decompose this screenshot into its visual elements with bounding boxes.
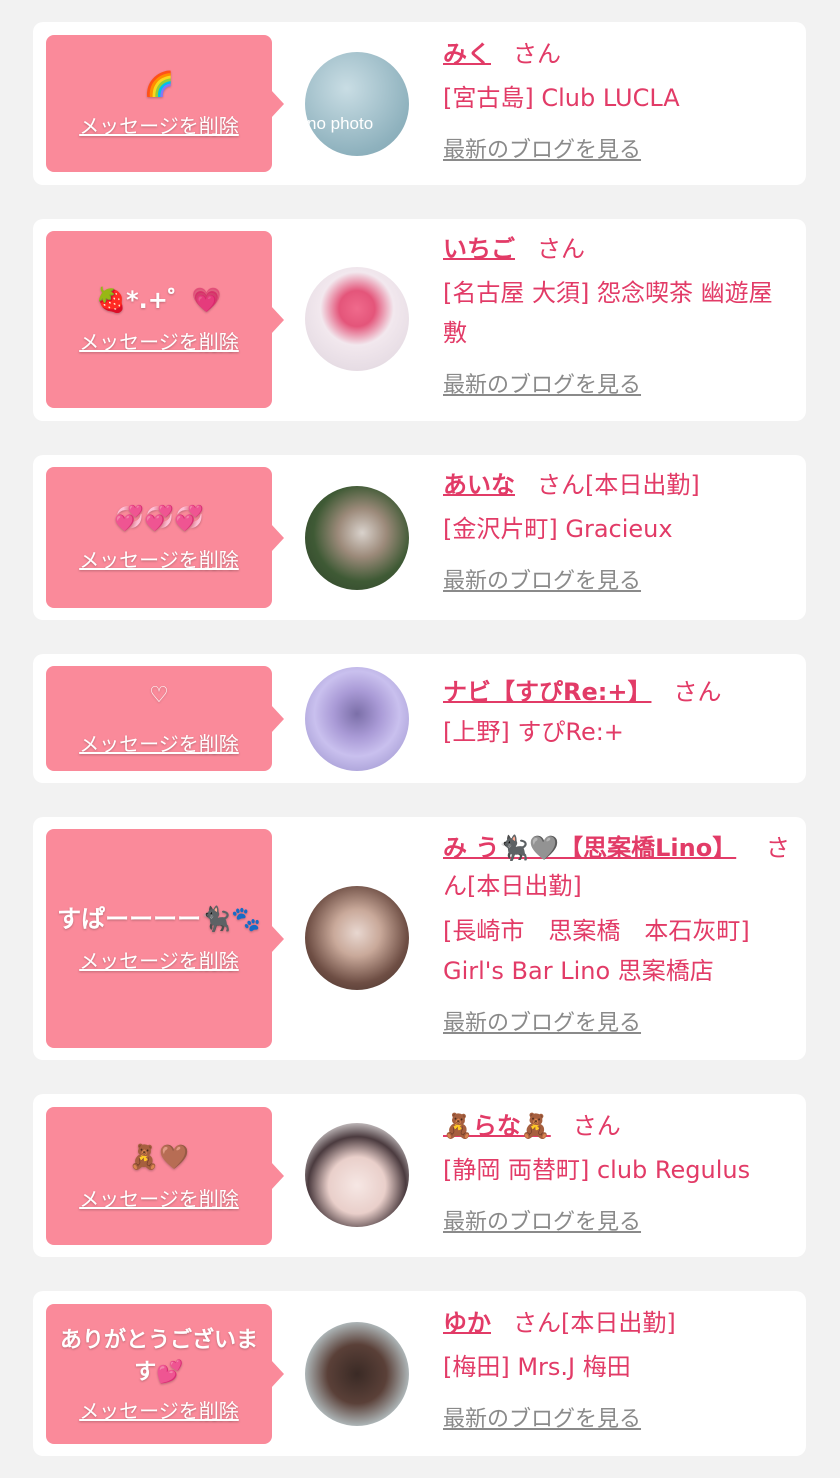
shop-label: [宮古島] Club LUCLA: [443, 84, 680, 112]
shop-label: [上野] すぴRe:+: [443, 718, 624, 746]
delete-message-link[interactable]: メッセージを削除: [79, 1183, 239, 1212]
user-info: 🧸らな🧸 さん [静岡 両替町] club Regulus 最新のブログを見る: [443, 1108, 793, 1236]
user-name-link[interactable]: あいな: [443, 471, 515, 499]
message-bubble: 🌈 メッセージを削除: [46, 35, 284, 172]
list-item: 🧸🤎 メッセージを削除 🧸らな🧸 さん [静岡 両替町] club Regulus…: [33, 1094, 806, 1257]
avatar[interactable]: [305, 267, 409, 371]
shop-label: [名古屋 大須] 怨念喫茶 幽遊屋敷: [443, 279, 773, 347]
honorific-label: さん: [513, 40, 561, 68]
user-info: ナビ【すぴRe:+】 さん [上野] すぴRe:+: [443, 674, 793, 752]
honorific-label: さん: [673, 678, 722, 706]
avatar[interactable]: [305, 1123, 409, 1227]
shop-label: [金沢片町] Gracieux: [443, 515, 673, 543]
delete-message-link[interactable]: メッセージを削除: [79, 728, 239, 757]
list-item: ありがとうございます💕 メッセージを削除 ゆか さん[本日出勤] [梅田] Mrs…: [33, 1291, 806, 1456]
message-text: 🧸🤎: [129, 1142, 189, 1171]
message-bubble: 🧸🤎 メッセージを削除: [46, 1107, 284, 1245]
message-text: ♡: [149, 683, 169, 708]
shop-label: [長崎市 思案橋 本石灰町] Girl's Bar Lino 思案橋店: [443, 917, 750, 985]
message-text: 💞💞💞: [114, 504, 204, 532]
no-photo-text: no photo: [307, 114, 374, 133]
honorific-label: さん: [572, 1112, 621, 1140]
message-text: 🍓*.+゜💗: [96, 286, 222, 314]
latest-blog-link[interactable]: 最新のブログを見る: [443, 563, 641, 595]
message-bubble: すぱーーーー🐈‍⬛🐾 メッセージを削除: [46, 829, 284, 1048]
shop-label: [静岡 両替町] club Regulus: [443, 1156, 751, 1184]
user-name-link[interactable]: ナビ【すぴRe:+】: [443, 678, 651, 706]
delete-message-link[interactable]: メッセージを削除: [79, 110, 239, 139]
honorific-label: さん: [537, 471, 585, 499]
latest-blog-link[interactable]: 最新のブログを見る: [443, 1005, 641, 1037]
avatar[interactable]: [305, 886, 409, 990]
message-list: 🌈 メッセージを削除 no photo みく さん [宮古島] Club LUCL…: [0, 0, 840, 1478]
user-name-link[interactable]: 🧸らな🧸: [443, 1112, 551, 1140]
message-bubble: ありがとうございます💕 メッセージを削除: [46, 1304, 284, 1444]
avatar[interactable]: [305, 667, 409, 771]
list-item: 🌈 メッセージを削除 no photo みく さん [宮古島] Club LUCL…: [33, 22, 806, 185]
latest-blog-link[interactable]: 最新のブログを見る: [443, 1204, 641, 1236]
user-name-link[interactable]: ゆか: [443, 1309, 491, 1337]
message-text: ありがとうございます💕: [59, 1327, 258, 1385]
user-name-link[interactable]: み う🐈‍⬛🩶【思案橋Lino】: [443, 834, 736, 862]
status-badge: [本日出勤]: [585, 471, 700, 499]
user-info: み う🐈‍⬛🩶【思案橋Lino】 さん[本日出勤] [長崎市 思案橋 本石灰町]…: [443, 829, 793, 1037]
user-name-link[interactable]: いちご: [443, 235, 515, 263]
delete-message-link[interactable]: メッセージを削除: [79, 1395, 239, 1424]
honorific-label: さん: [537, 235, 585, 263]
status-badge: [本日出勤]: [561, 1309, 676, 1337]
latest-blog-link[interactable]: 最新のブログを見る: [443, 1401, 641, 1433]
message-text: 🌈: [144, 70, 174, 98]
message-bubble: 🍓*.+゜💗 メッセージを削除: [46, 231, 284, 408]
shop-label: [梅田] Mrs.J 梅田: [443, 1353, 631, 1381]
avatar[interactable]: [305, 486, 409, 590]
user-info: ゆか さん[本日出勤] [梅田] Mrs.J 梅田 最新のブログを見る: [443, 1305, 793, 1433]
status-badge: [本日出勤]: [467, 872, 582, 900]
user-info: みく さん [宮古島] Club LUCLA 最新のブログを見る: [443, 36, 793, 164]
latest-blog-link[interactable]: 最新のブログを見る: [443, 367, 641, 399]
list-item: すぱーーーー🐈‍⬛🐾 メッセージを削除 み う🐈‍⬛🩶【思案橋Lino】 さん[…: [33, 817, 806, 1060]
user-name-link[interactable]: みく: [443, 40, 491, 68]
latest-blog-link[interactable]: 最新のブログを見る: [443, 132, 641, 164]
user-info: あいな さん[本日出勤] [金沢片町] Gracieux 最新のブログを見る: [443, 467, 793, 595]
list-item: 🍓*.+゜💗 メッセージを削除 いちご さん [名古屋 大須] 怨念喫茶 幽遊屋敷…: [33, 219, 806, 421]
delete-message-link[interactable]: メッセージを削除: [79, 544, 239, 573]
avatar[interactable]: [305, 1322, 409, 1426]
list-item: ♡ メッセージを削除 ナビ【すぴRe:+】 さん [上野] すぴRe:+: [33, 654, 806, 783]
delete-message-link[interactable]: メッセージを削除: [79, 326, 239, 355]
user-info: いちご さん [名古屋 大須] 怨念喫茶 幽遊屋敷 最新のブログを見る: [443, 231, 793, 399]
message-text: すぱーーーー🐈‍⬛🐾: [57, 905, 261, 933]
honorific-label: さん: [513, 1309, 561, 1337]
delete-message-link[interactable]: メッセージを削除: [79, 945, 239, 974]
list-item: 💞💞💞 メッセージを削除 あいな さん[本日出勤] [金沢片町] Gracieux…: [33, 455, 806, 620]
message-bubble: ♡ メッセージを削除: [46, 666, 284, 771]
no-photo-avatar[interactable]: no photo: [305, 52, 409, 156]
message-bubble: 💞💞💞 メッセージを削除: [46, 467, 284, 608]
